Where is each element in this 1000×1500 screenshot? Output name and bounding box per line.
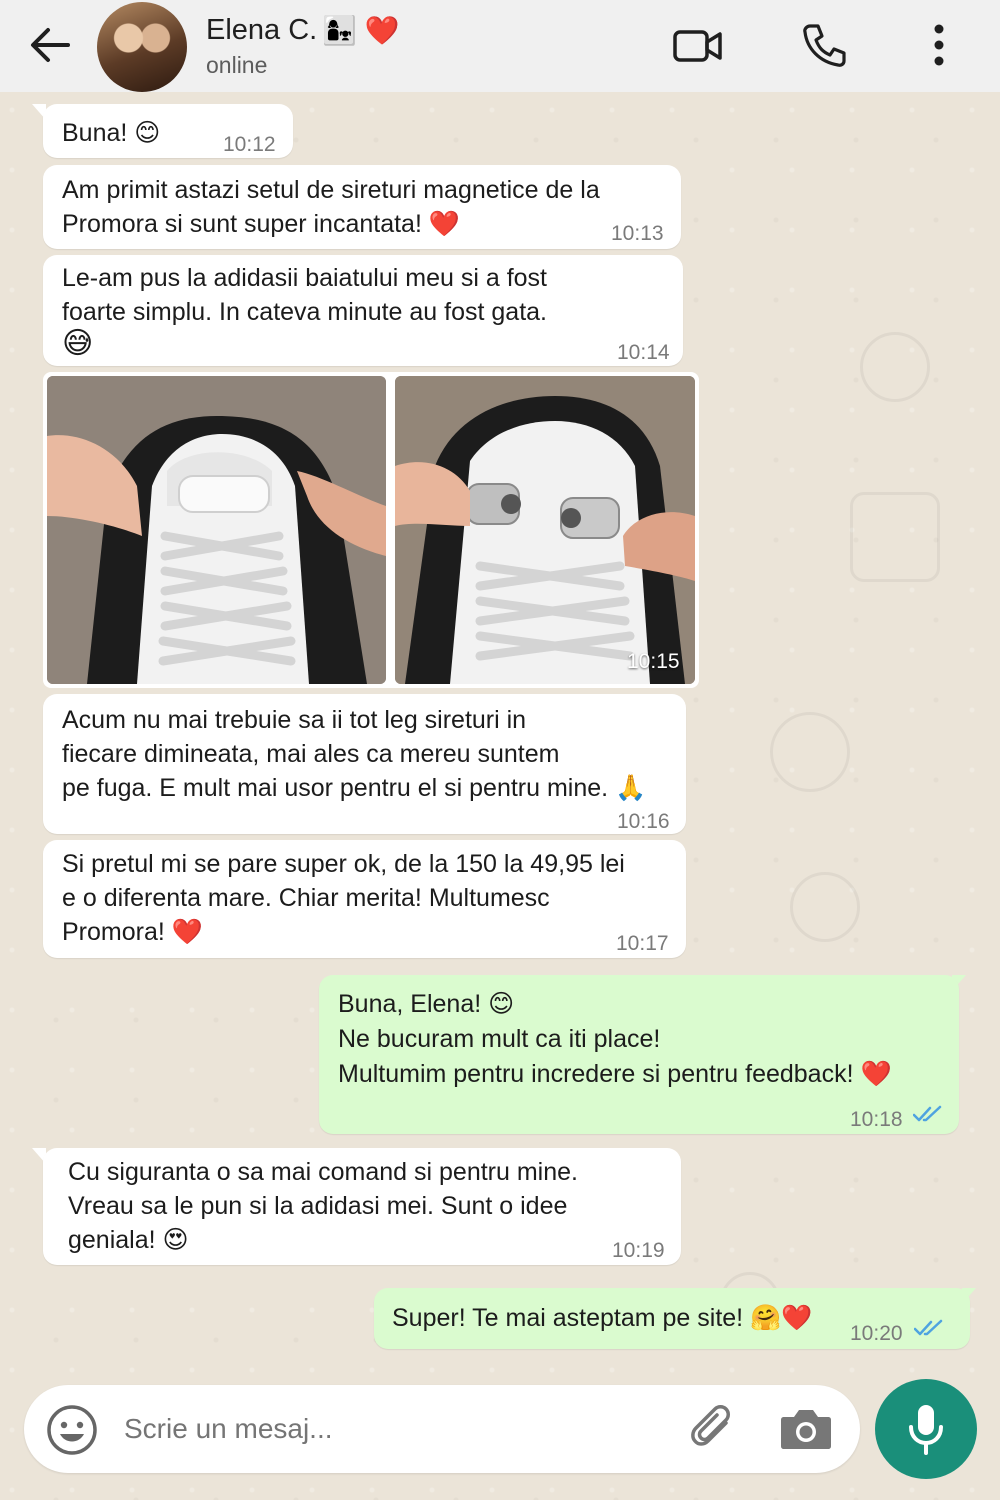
message-text-line: Multumim pentru incredere si pentru feed…	[338, 1060, 892, 1088]
message-bubble-incoming[interactable]: Buna! 😊 10:12	[43, 104, 293, 158]
message-text-line: geniala! 😍	[68, 1226, 189, 1254]
message-time: 10:15	[627, 650, 680, 673]
phone-icon[interactable]	[800, 22, 848, 68]
emoji-icon[interactable]	[45, 1403, 99, 1457]
read-receipt-icon	[914, 1319, 943, 1336]
more-options-icon[interactable]	[930, 24, 948, 66]
message-time: 10:14	[617, 341, 670, 364]
message-bubble-outgoing[interactable]: Buna, Elena! 😊 Ne bucuram mult ca iti pl…	[319, 975, 959, 1134]
message-text-line: foarte simplu. In cateva minute au fost …	[62, 298, 547, 326]
image-message[interactable]: 10:15	[43, 372, 699, 688]
message-text-line: Buna, Elena! 😊	[338, 990, 515, 1018]
message-text: Super! Te mai asteptam pe site! 🤗❤️	[392, 1304, 813, 1332]
message-text-line: Le-am pus la adidasii baiatului meu si a…	[62, 264, 547, 292]
message-text-line: pe fuga. E mult mai usor pentru el si pe…	[62, 774, 647, 802]
message-bubble-incoming[interactable]: Acum nu mai trebuie sa ii tot leg siretu…	[43, 694, 686, 834]
message-time: 10:17	[616, 932, 669, 955]
read-receipt-icon	[913, 1105, 942, 1122]
message-composer	[24, 1385, 860, 1473]
message-text-line: Vreau sa le pun si la adidasi mei. Sunt …	[68, 1192, 568, 1220]
video-call-icon[interactable]	[672, 26, 724, 66]
back-arrow-icon[interactable]	[28, 24, 72, 66]
message-text-line: fiecare dimineata, mai ales ca mereu sun…	[62, 740, 560, 768]
contact-name-emoji: 👩‍👧 ❤️	[322, 15, 400, 46]
microphone-button[interactable]	[875, 1379, 977, 1479]
message-time: 10:19	[612, 1239, 665, 1262]
message-bubble-incoming[interactable]: Si pretul mi se pare super ok, de la 150…	[43, 840, 686, 958]
message-text-line: Am primit astazi setul de sireturi magne…	[62, 176, 600, 204]
message-bubble-incoming[interactable]: Am primit astazi setul de sireturi magne…	[43, 165, 681, 249]
message-text: Buna! 😊	[62, 119, 161, 147]
message-time: 10:20	[850, 1322, 903, 1345]
message-input[interactable]	[124, 1405, 664, 1453]
attach-icon[interactable]	[688, 1403, 742, 1457]
message-time: 10:13	[611, 222, 664, 245]
message-text-line: Ne bucuram mult ca iti place!	[338, 1025, 661, 1053]
camera-icon[interactable]	[778, 1405, 834, 1453]
wallpaper-doodle	[790, 872, 860, 942]
message-bubble-incoming[interactable]: Cu siguranta o sa mai comand si pentru m…	[43, 1148, 681, 1265]
wallpaper-doodle	[860, 332, 930, 402]
message-time: 10:18	[850, 1108, 903, 1131]
chat-header: Elena C. 👩‍👧 ❤️ online	[0, 0, 1000, 92]
shoe-magnetic-lace-closed-photo[interactable]	[47, 376, 386, 684]
contact-status: online	[206, 52, 268, 78]
message-text-line: Promora si sunt super incantata! ❤️	[62, 210, 460, 238]
message-bubble-outgoing[interactable]: Super! Te mai asteptam pe site! 🤗❤️ 10:2…	[374, 1288, 970, 1349]
message-text-line: Si pretul mi se pare super ok, de la 150…	[62, 850, 625, 878]
microphone-icon	[909, 1405, 943, 1455]
wallpaper-doodle	[850, 492, 940, 582]
message-text-line: Promora! ❤️	[62, 918, 203, 946]
shoe-magnetic-lace-open-photo[interactable]	[395, 376, 695, 684]
message-time: 10:16	[617, 810, 670, 833]
message-bubble-incoming[interactable]: Le-am pus la adidasii baiatului meu si a…	[43, 255, 683, 366]
contact-name[interactable]: Elena C.	[206, 14, 317, 47]
message-text-line: Acum nu mai trebuie sa ii tot leg siretu…	[62, 706, 527, 734]
message-text-line: 😅	[62, 327, 94, 360]
message-text-line: Cu siguranta o sa mai comand si pentru m…	[68, 1158, 578, 1186]
wallpaper-doodle	[770, 712, 850, 792]
contact-avatar[interactable]	[97, 2, 187, 92]
message-time: 10:12	[223, 133, 276, 156]
message-text-line: e o diferenta mare. Chiar merita! Multum…	[62, 884, 550, 912]
